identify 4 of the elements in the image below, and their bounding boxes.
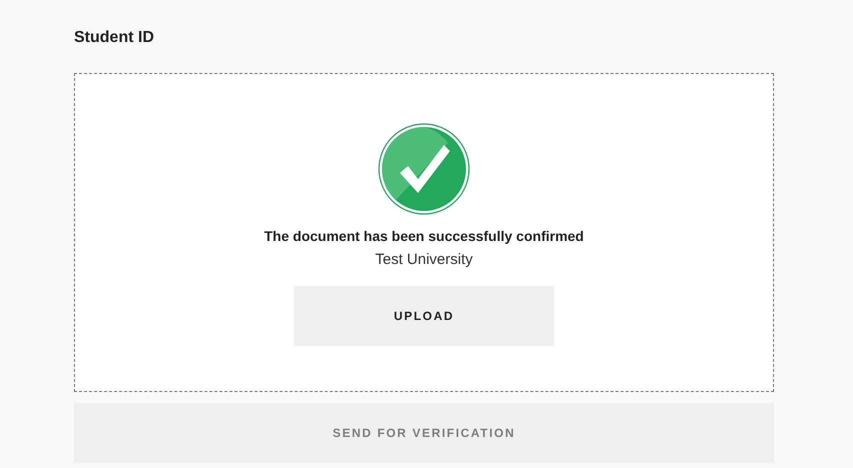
section-title: Student ID bbox=[74, 29, 155, 48]
upload-button[interactable]: UPLOAD bbox=[294, 286, 554, 346]
institution-name: Test University bbox=[375, 251, 473, 268]
status-message: The document has been successfully confirmed bbox=[264, 228, 584, 244]
